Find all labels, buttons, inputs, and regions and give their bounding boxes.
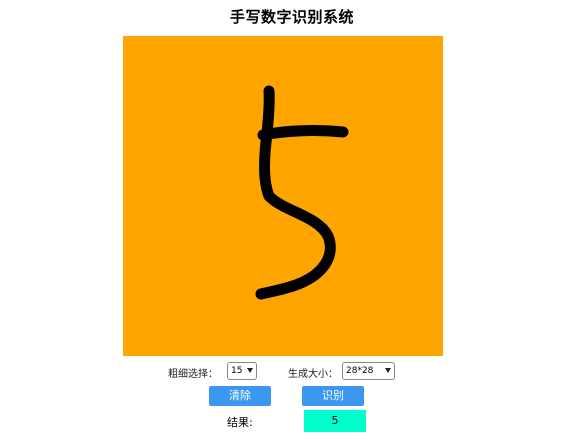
result-label: 结果: — [227, 416, 253, 429]
digit-stroke-body — [255, 128, 336, 300]
size-select-value: 28*28 — [346, 366, 374, 376]
thickness-select-value: 15 — [231, 366, 243, 376]
handwriting-stroke-layer — [255, 85, 349, 300]
controls-row: 粗细选择： 15 生成大小： 28*28 — [0, 362, 584, 382]
result-value: 5 — [304, 410, 366, 432]
recognize-button[interactable]: 识别 — [302, 386, 364, 406]
drawing-canvas[interactable] — [123, 36, 443, 356]
thickness-label: 粗细选择： — [168, 369, 218, 380]
digit-stroke-top — [261, 85, 275, 140]
clear-button[interactable]: 清除 — [209, 386, 271, 406]
chevron-down-icon — [247, 368, 253, 373]
chevron-down-icon — [385, 368, 391, 373]
page-title: 手写数字识别系统 — [229, 8, 354, 26]
size-label: 生成大小： — [288, 369, 338, 380]
size-select[interactable]: 28*28 — [342, 362, 395, 380]
digit-stroke-flag — [257, 125, 349, 141]
thickness-select[interactable]: 15 — [227, 362, 257, 380]
app-page: 手写数字识别系统 粗细选择： 15 生成大小： 28*28 清除 识别 结果: … — [0, 0, 584, 440]
